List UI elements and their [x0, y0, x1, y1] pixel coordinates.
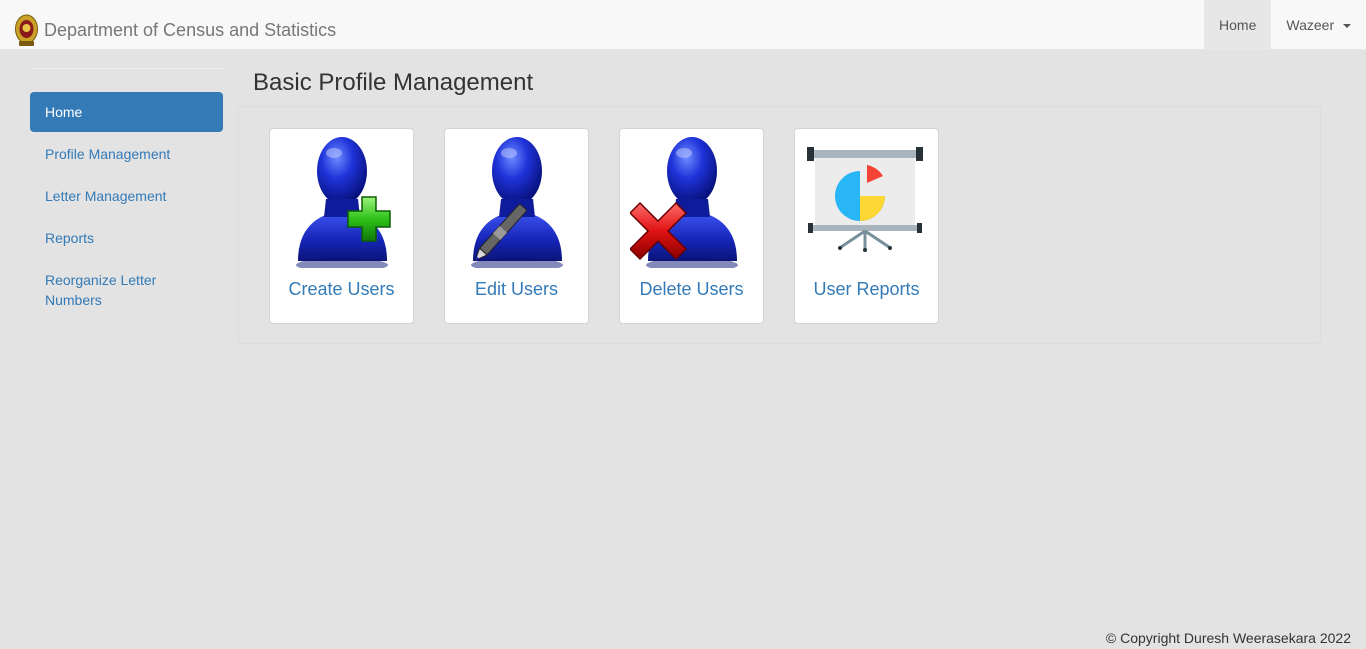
sidebar-item-reorganize-letter-numbers[interactable]: Reorganize Letter Numbers	[30, 260, 223, 320]
brand-title: Department of Census and Statistics	[44, 19, 337, 40]
user-reports-label: User Reports	[813, 279, 920, 299]
page-title: Basic Profile Management	[253, 69, 534, 96]
presentation-chart-icon	[807, 147, 923, 252]
sidebar-item-profile-management[interactable]: Profile Management	[30, 134, 223, 174]
sidebar-item-home[interactable]: Home	[30, 92, 223, 132]
footer-copyright: © Copyright Duresh Weerasekara 2022	[1105, 630, 1351, 646]
user-menu-label: Wazeer	[1286, 17, 1335, 33]
sidebar-nav: Home Profile Management Letter Managemen…	[30, 68, 223, 320]
caret-down-icon	[1343, 24, 1351, 29]
user-add-icon	[296, 137, 391, 268]
user-edit-icon	[471, 137, 563, 268]
tiles-panel: Create Users Edit Users Delete Users Use…	[238, 106, 1321, 344]
brand[interactable]: Department of Census and Statistics	[14, 12, 336, 48]
delete-users-tile[interactable]: Delete Users	[619, 128, 764, 324]
user-menu-dropdown[interactable]: Wazeer	[1271, 0, 1366, 50]
user-delete-icon	[630, 137, 738, 268]
nav-home-link[interactable]: Home	[1204, 0, 1272, 50]
create-users-label: Create Users	[288, 279, 395, 299]
edit-users-tile[interactable]: Edit Users	[444, 128, 589, 324]
top-navbar: Department of Census and Statistics Home…	[0, 0, 1366, 50]
edit-users-label: Edit Users	[474, 279, 559, 299]
create-users-tile[interactable]: Create Users	[269, 128, 414, 324]
navbar-right: Home Wazeer	[1204, 0, 1366, 50]
emblem-logo-icon	[15, 14, 38, 46]
user-reports-tile[interactable]: User Reports	[794, 128, 939, 324]
sidebar-item-reports[interactable]: Reports	[30, 218, 223, 258]
sidebar-item-letter-management[interactable]: Letter Management	[30, 176, 223, 216]
delete-users-label: Delete Users	[639, 279, 744, 299]
